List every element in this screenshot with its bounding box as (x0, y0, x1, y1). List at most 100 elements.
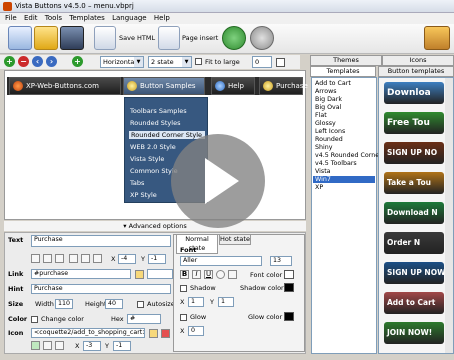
glow-checkbox[interactable] (180, 314, 187, 321)
shadow-x-input[interactable]: 1 (188, 297, 204, 307)
menu-tools[interactable]: Tools (45, 13, 62, 24)
theme-item[interactable]: v4.5 Toolbars (315, 160, 357, 167)
theme-item-selected[interactable]: Win7 (313, 176, 375, 183)
theme-item[interactable]: Rounded (315, 136, 343, 143)
hex-input[interactable]: # (127, 314, 161, 324)
valign-middle-icon[interactable] (81, 254, 90, 263)
bold-button[interactable]: B (180, 270, 189, 279)
align-right-icon[interactable] (55, 254, 64, 263)
width-input[interactable]: 110 (55, 299, 73, 309)
valign-top-icon[interactable] (69, 254, 78, 263)
save-disk-icon[interactable] (60, 26, 84, 50)
submenu-item[interactable]: Tabs (130, 179, 144, 187)
advanced-options-toggle[interactable]: ▾ Advanced options (4, 221, 306, 231)
tab-themes[interactable]: Themes (310, 55, 382, 66)
template-scrollbar[interactable] (445, 78, 453, 353)
submenu-item[interactable]: Vista Style (130, 155, 164, 163)
template-button[interactable]: SIGN UP NOW (384, 262, 444, 284)
template-button[interactable]: Download N (384, 202, 444, 224)
open-folder-icon[interactable] (149, 329, 158, 338)
orientation-select[interactable]: Horizontal ▼ (100, 56, 144, 68)
link-target-select[interactable] (147, 269, 173, 279)
shadow-y-input[interactable]: 1 (218, 297, 234, 307)
preview-item-purchase[interactable]: Purchase (259, 77, 308, 95)
submenu-item[interactable]: Rounded Styles (130, 119, 180, 127)
page-insert-icon[interactable] (158, 26, 180, 50)
theme-item[interactable]: Left Icons (315, 128, 345, 135)
extra-checkbox[interactable] (276, 58, 285, 67)
add-subitem-icon[interactable]: + (72, 56, 83, 67)
template-button[interactable]: Take a Tou (384, 172, 444, 194)
theme-item[interactable]: Big Oval (315, 104, 341, 111)
menu-help[interactable]: Help (154, 13, 170, 24)
clear-icon[interactable] (161, 329, 170, 338)
save-html-icon[interactable] (94, 26, 116, 50)
glow-x-input[interactable]: 0 (188, 326, 204, 336)
delete-item-icon[interactable]: − (18, 56, 29, 67)
theme-item[interactable]: Big Dark (315, 96, 342, 103)
preview-item-home[interactable]: XP-Web-Buttons.com (9, 77, 121, 95)
icon-input[interactable]: <coquette2/add_to_shopping_cart> (31, 328, 145, 338)
menu-templates[interactable]: Templates (69, 13, 105, 24)
autosize-checkbox[interactable] (137, 301, 144, 308)
home-icon[interactable] (424, 26, 450, 50)
tab-templates[interactable]: Templates (310, 66, 376, 77)
icon-position-right-icon[interactable] (55, 341, 64, 350)
page-insert-button[interactable]: Page insert (182, 34, 218, 42)
menu-edit[interactable]: Edit (24, 13, 38, 24)
menu-file[interactable]: File (5, 13, 17, 24)
template-button[interactable]: SIGN UP NO (384, 142, 444, 164)
text-input[interactable]: Purchase (31, 235, 171, 247)
open-folder-icon[interactable] (34, 26, 58, 50)
theme-item[interactable]: Flat (315, 112, 327, 119)
font-color-swatch[interactable] (284, 270, 294, 279)
height-input[interactable]: 40 (105, 299, 123, 309)
preview-item-button-samples[interactable]: Button Samples (123, 77, 205, 95)
submenu-item[interactable]: XP Style (130, 191, 157, 199)
icon-y-input[interactable]: -1 (113, 341, 131, 351)
tab-icons[interactable]: Icons (382, 55, 454, 66)
theme-item[interactable]: Add to Cart (315, 80, 351, 87)
change-color-checkbox[interactable] (31, 316, 38, 323)
font-effect-icon[interactable] (228, 270, 237, 279)
shadow-color-swatch[interactable] (284, 283, 294, 292)
tab-button-templates[interactable]: Button templates (378, 66, 454, 77)
valign-bottom-icon[interactable] (93, 254, 102, 263)
theme-item[interactable]: Shiny (315, 144, 332, 151)
text-x-input[interactable]: -4 (118, 254, 136, 264)
save-html-button[interactable]: Save HTML (119, 34, 155, 42)
back-arrow-icon[interactable] (222, 26, 246, 50)
italic-button[interactable]: I (192, 270, 201, 279)
menu-language[interactable]: Language (112, 13, 147, 24)
theme-item[interactable]: XP (315, 184, 323, 191)
video-play-button[interactable] (171, 134, 265, 228)
preview-item-help[interactable]: Help (211, 77, 255, 95)
fit-value-spinner[interactable]: 0 (252, 56, 272, 68)
icon-position-center-icon[interactable] (43, 341, 52, 350)
underline-button[interactable]: U (204, 270, 213, 279)
move-left-icon[interactable]: ‹ (32, 56, 43, 67)
icon-x-input[interactable]: -3 (83, 341, 101, 351)
theme-item[interactable]: v4.5 Rounded Corner (315, 152, 382, 159)
align-center-icon[interactable] (43, 254, 52, 263)
state-select[interactable]: 2 state ▼ (148, 56, 192, 68)
submenu-item-selected[interactable]: Rounded Corner Style (129, 131, 205, 139)
new-file-icon[interactable] (8, 26, 32, 50)
template-button[interactable]: JOIN NOW! (384, 322, 444, 344)
glow-color-swatch[interactable] (284, 312, 294, 321)
template-button[interactable]: Downloa (384, 82, 444, 104)
open-folder-icon[interactable] (135, 270, 144, 279)
font-size-select[interactable]: 13 (270, 256, 292, 266)
template-button[interactable]: Add to Cart (384, 292, 444, 314)
text-y-input[interactable]: -1 (148, 254, 166, 264)
hint-input[interactable]: Purchase (31, 284, 171, 294)
theme-item[interactable]: Glossy (315, 120, 336, 127)
template-button[interactable]: Order N (384, 232, 444, 254)
tab-hot-state[interactable]: Hot state (219, 234, 251, 245)
submenu-item[interactable]: Toolbars Samples (130, 107, 187, 115)
add-item-icon[interactable]: + (4, 56, 15, 67)
fit-to-large-checkbox[interactable] (195, 58, 202, 65)
move-right-icon[interactable]: › (46, 56, 57, 67)
font-select[interactable]: Aller (180, 256, 262, 266)
theme-item[interactable]: Vista (315, 168, 331, 175)
